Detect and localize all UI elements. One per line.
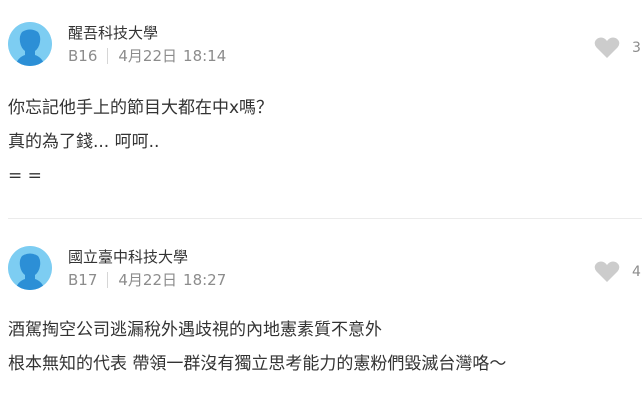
like-count: 3	[632, 40, 641, 56]
comment-date: 4月22日	[118, 47, 178, 65]
comment-content: 你忘記他手上的節目大都在中x嗎？ 真的為了錢... 呵呵.. = =	[8, 96, 630, 198]
comment-meta: B16 4月22日 18:14	[68, 45, 226, 66]
content-line: 真的為了錢... 呵呵..	[8, 132, 160, 152]
comment-meta: B17 4月22日 18:27	[68, 269, 226, 290]
comment-b17: 國立臺中科技大學 B17 4月22日 18:27 4 酒駕掏空公司逃漏稅外遇歧視…	[0, 222, 642, 400]
content-line: = =	[8, 166, 42, 186]
content-line: 酒駕掏空公司逃漏稅外遇歧視的內地憲素質不意外	[8, 320, 382, 340]
heart-icon	[594, 261, 620, 282]
heart-icon	[594, 37, 620, 58]
comment-b16: 醒吾科技大學 B16 4月22日 18:14 3 你忘記他手上的節目大都在中x嗎…	[0, 0, 642, 219]
comment-time: 18:14	[183, 46, 227, 65]
comment-time: 18:27	[183, 270, 227, 289]
content-line: 你忘記他手上的節目大都在中x嗎？	[8, 98, 274, 118]
user-avatar-icon	[8, 22, 52, 66]
user-avatar-icon	[8, 246, 52, 290]
like-button[interactable]	[594, 261, 620, 283]
meta-divider	[107, 271, 109, 288]
avatar[interactable]	[8, 22, 52, 66]
content-line: 根本無知的代表 帶領一群沒有獨立思考能力的憲粉們毀滅台灣咯～	[8, 354, 507, 374]
like-button[interactable]	[594, 37, 620, 59]
author-school[interactable]: 國立臺中科技大學	[68, 246, 188, 267]
author-school[interactable]: 醒吾科技大學	[68, 22, 158, 43]
like-count: 4	[632, 264, 641, 280]
floor-number: B17	[68, 270, 98, 289]
meta-divider	[107, 47, 109, 64]
comment-content: 酒駕掏空公司逃漏稅外遇歧視的內地憲素質不意外 根本無知的代表 帶領一群沒有獨立思…	[8, 318, 630, 386]
comment-divider	[8, 218, 642, 219]
avatar[interactable]	[8, 246, 52, 290]
comment-date: 4月22日	[118, 271, 178, 289]
floor-number: B16	[68, 46, 98, 65]
